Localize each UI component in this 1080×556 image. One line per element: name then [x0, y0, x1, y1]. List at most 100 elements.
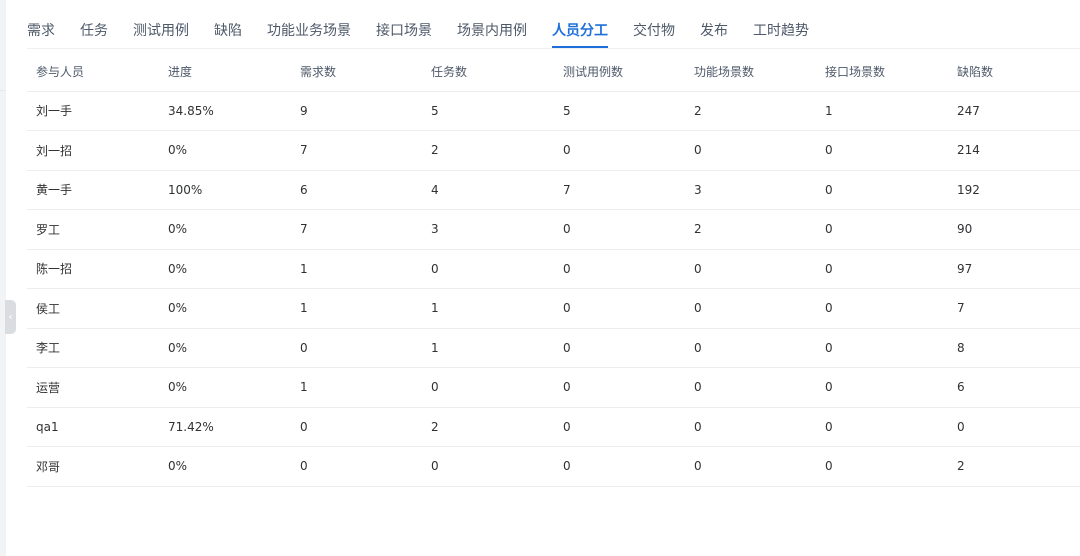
- cell-participant: 刘一招: [27, 130, 159, 171]
- cell-api-scenario-count: 0: [816, 328, 948, 368]
- cell-api-scenario-count: 0: [816, 288, 948, 329]
- cell-api-scenario-count: 0: [816, 407, 948, 447]
- column-header-defect-count[interactable]: 缺陷数: [948, 52, 1080, 92]
- collapse-left-panel-chevron-icon[interactable]: ‹: [5, 300, 16, 334]
- cell-participant: 刘一手: [27, 91, 159, 131]
- column-header-requirement-count[interactable]: 需求数: [291, 52, 422, 92]
- cell-requirement-count: 1: [291, 367, 422, 408]
- table-header-row: 参与人员 进度 需求数 任务数 测试用例数 功能场景数 接口场景数 缺陷数: [27, 52, 1080, 92]
- cell-test-case-count: 0: [554, 446, 685, 487]
- cell-functional-scenario-count: 3: [685, 170, 816, 210]
- cell-test-case-count: 0: [554, 249, 685, 289]
- table-row[interactable]: 侯工 0% 1 1 0 0 0 7: [27, 288, 1080, 329]
- cell-progress: 0%: [159, 328, 291, 368]
- tab-requirements[interactable]: 需求: [27, 0, 55, 48]
- cell-progress: 100%: [159, 170, 291, 210]
- cell-task-count: 0: [422, 367, 554, 408]
- cell-task-count: 0: [422, 446, 554, 487]
- cell-test-case-count: 0: [554, 130, 685, 171]
- cell-functional-scenario-count: 0: [685, 249, 816, 289]
- tab-staff-assignment[interactable]: 人员分工: [552, 0, 608, 48]
- column-header-functional-scenario-count[interactable]: 功能场景数: [685, 52, 816, 92]
- cell-defect-count: 8: [948, 328, 1080, 368]
- cell-task-count: 1: [422, 328, 554, 368]
- tab-tasks[interactable]: 任务: [80, 0, 108, 48]
- cell-functional-scenario-count: 0: [685, 288, 816, 329]
- tab-scenario-cases[interactable]: 场景内用例: [457, 0, 527, 48]
- column-header-progress[interactable]: 进度: [159, 52, 291, 92]
- view-tabs: 需求 任务 测试用例 缺陷 功能业务场景 接口场景 场景内用例 人员分工 交付物…: [27, 0, 834, 48]
- table-row[interactable]: 黄一手 100% 6 4 7 3 0 192: [27, 170, 1080, 210]
- tab-api-scenarios[interactable]: 接口场景: [376, 0, 432, 48]
- cell-participant: 罗工: [27, 209, 159, 250]
- cell-functional-scenario-count: 2: [685, 91, 816, 131]
- cell-participant: 黄一手: [27, 170, 159, 210]
- table-row[interactable]: 邓哥 0% 0 0 0 0 0 2: [27, 446, 1080, 487]
- tab-hours-trend[interactable]: 工时趋势: [753, 0, 809, 48]
- cell-defect-count: 6: [948, 367, 1080, 408]
- table-body: 刘一手 34.85% 9 5 5 2 1 247 刘一招 0% 7 2 0 0 0 214 黄一手 100% 6 4 7…: [27, 91, 1080, 487]
- cell-functional-scenario-count: 0: [685, 446, 816, 487]
- cell-progress: 0%: [159, 209, 291, 250]
- cell-task-count: 1: [422, 288, 554, 329]
- cell-progress: 34.85%: [159, 91, 291, 131]
- column-header-api-scenario-count[interactable]: 接口场景数: [816, 52, 948, 92]
- cell-participant: 李工: [27, 328, 159, 368]
- cell-progress: 0%: [159, 249, 291, 289]
- left-panel-divider: [0, 90, 6, 91]
- tab-functional-scenarios[interactable]: 功能业务场景: [267, 0, 351, 48]
- column-header-task-count[interactable]: 任务数: [422, 52, 554, 92]
- cell-functional-scenario-count: 2: [685, 209, 816, 250]
- cell-task-count: 5: [422, 91, 554, 131]
- cell-defect-count: 97: [948, 249, 1080, 289]
- cell-test-case-count: 5: [554, 91, 685, 131]
- cell-task-count: 2: [422, 407, 554, 447]
- column-header-test-case-count[interactable]: 测试用例数: [554, 52, 685, 92]
- cell-requirement-count: 0: [291, 407, 422, 447]
- table-row[interactable]: 刘一手 34.85% 9 5 5 2 1 247: [27, 91, 1080, 131]
- cell-defect-count: 7: [948, 288, 1080, 329]
- tabs-divider: [27, 48, 1080, 49]
- cell-defect-count: 90: [948, 209, 1080, 250]
- cell-defect-count: 192: [948, 170, 1080, 210]
- cell-progress: 0%: [159, 130, 291, 171]
- cell-functional-scenario-count: 0: [685, 367, 816, 408]
- table-row[interactable]: 陈一招 0% 1 0 0 0 0 97: [27, 249, 1080, 289]
- cell-requirement-count: 0: [291, 328, 422, 368]
- cell-defect-count: 214: [948, 130, 1080, 171]
- cell-task-count: 2: [422, 130, 554, 171]
- table-row[interactable]: 李工 0% 0 1 0 0 0 8: [27, 328, 1080, 368]
- cell-participant: 运营: [27, 367, 159, 408]
- tab-defects[interactable]: 缺陷: [214, 0, 242, 48]
- cell-test-case-count: 0: [554, 367, 685, 408]
- table-row[interactable]: qa1 71.42% 0 2 0 0 0 0: [27, 407, 1080, 447]
- table-row[interactable]: 罗工 0% 7 3 0 2 0 90: [27, 209, 1080, 250]
- cell-defect-count: 2: [948, 446, 1080, 487]
- cell-task-count: 4: [422, 170, 554, 210]
- cell-task-count: 3: [422, 209, 554, 250]
- cell-api-scenario-count: 0: [816, 209, 948, 250]
- table-row[interactable]: 运营 0% 1 0 0 0 0 6: [27, 367, 1080, 408]
- cell-participant: 邓哥: [27, 446, 159, 487]
- tab-deliverables[interactable]: 交付物: [633, 0, 675, 48]
- cell-progress: 0%: [159, 288, 291, 329]
- column-header-participant[interactable]: 参与人员: [27, 52, 159, 92]
- cell-api-scenario-count: 0: [816, 367, 948, 408]
- cell-progress: 71.42%: [159, 407, 291, 447]
- cell-test-case-count: 0: [554, 328, 685, 368]
- cell-test-case-count: 7: [554, 170, 685, 210]
- tab-releases[interactable]: 发布: [700, 0, 728, 48]
- cell-defect-count: 247: [948, 91, 1080, 131]
- table-row[interactable]: 刘一招 0% 7 2 0 0 0 214: [27, 130, 1080, 171]
- cell-participant: 侯工: [27, 288, 159, 329]
- cell-test-case-count: 0: [554, 407, 685, 447]
- cell-api-scenario-count: 0: [816, 249, 948, 289]
- cell-requirement-count: 9: [291, 91, 422, 131]
- cell-requirement-count: 7: [291, 130, 422, 171]
- cell-test-case-count: 0: [554, 209, 685, 250]
- cell-participant: qa1: [27, 407, 159, 447]
- tab-test-cases[interactable]: 测试用例: [133, 0, 189, 48]
- cell-progress: 0%: [159, 446, 291, 487]
- cell-requirement-count: 1: [291, 288, 422, 329]
- cell-api-scenario-count: 0: [816, 170, 948, 210]
